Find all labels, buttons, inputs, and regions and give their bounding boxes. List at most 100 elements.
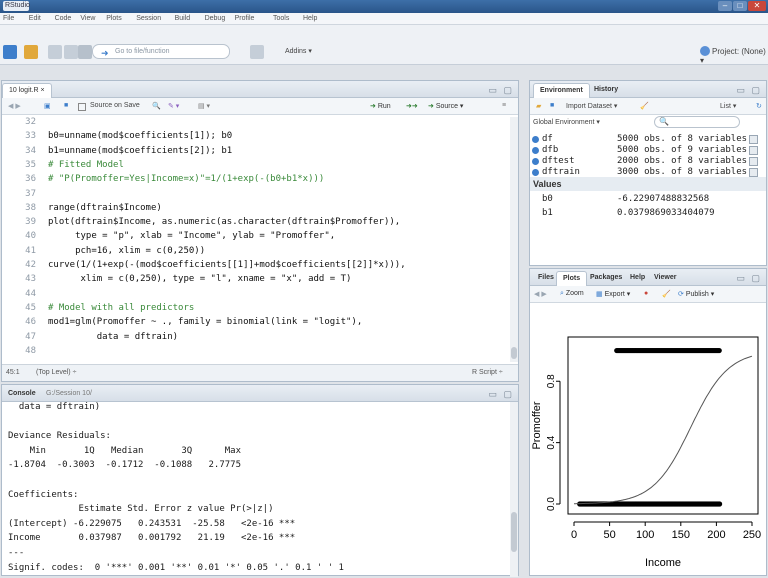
window-title: RStudio <box>3 1 30 11</box>
save-file-icon[interactable]: ■ <box>64 102 68 109</box>
open-project-icon[interactable] <box>24 45 38 59</box>
compile-report-icon[interactable]: ▤ ▾ <box>198 102 210 110</box>
tab-plots[interactable]: Plots <box>556 271 588 286</box>
plot-prev-next-icons[interactable]: ◀ ▶ <box>534 290 547 298</box>
save-workspace-icon[interactable]: ■ <box>550 102 554 109</box>
clear-plots-broom-icon[interactable]: 🧹 <box>662 290 671 298</box>
goto-file-input[interactable]: ➜ Go to file/function <box>92 44 230 59</box>
file-type-indicator[interactable]: R Script ÷ <box>472 369 503 376</box>
expand-icon[interactable] <box>532 158 539 165</box>
menu-session[interactable]: Session <box>136 15 161 22</box>
console-scrollbar[interactable] <box>510 402 518 577</box>
environment-scope-select[interactable]: Global Environment ▾ <box>533 118 600 126</box>
export-button[interactable]: ▦ Export ▾ <box>596 290 630 298</box>
console-output[interactable]: data = dftrain) Deviance Residuals: Min 1… <box>8 402 508 577</box>
tab-packages[interactable]: Packages <box>584 271 628 286</box>
nav-back-forward-icons[interactable]: ◀ ▶ <box>8 102 21 110</box>
expand-icon[interactable] <box>532 136 539 143</box>
env-minmax-icons[interactable]: ▭ ▢ <box>736 85 762 96</box>
print-icon[interactable] <box>78 45 92 59</box>
console-scroll-thumb[interactable] <box>511 512 517 552</box>
menu-view[interactable]: View <box>80 15 95 22</box>
zoom-button[interactable]: ⌕ Zoom <box>560 290 584 298</box>
code-line[interactable]: 40 type = "p", xlab = "Income", ylab = "… <box>2 231 512 242</box>
menu-plots[interactable]: Plots <box>106 15 122 22</box>
view-table-icon[interactable] <box>749 157 758 166</box>
menu-help[interactable]: Help <box>303 15 317 22</box>
publish-button[interactable]: ⟳ Publish ▾ <box>678 290 714 298</box>
run-button[interactable]: ➜ Run <box>370 102 391 110</box>
remove-plot-icon[interactable]: ● <box>644 290 648 297</box>
show-in-window-icon[interactable]: ▣ <box>44 102 51 110</box>
menu-code[interactable]: Code <box>55 15 72 22</box>
tab-10-logit[interactable]: 10 logit.R × <box>2 83 52 98</box>
console-minmax-icons[interactable]: ▭ ▢ <box>488 389 514 400</box>
menu-build[interactable]: Build <box>175 15 191 22</box>
code-tools-wand-icon[interactable]: ✎ ▾ <box>168 102 179 110</box>
rerun-icon[interactable]: ➜➜ <box>406 102 418 110</box>
value-row-b1[interactable]: b1 0.0379869033404079 <box>530 207 766 220</box>
source-on-save-checkbox[interactable] <box>78 103 86 111</box>
code-line[interactable]: 46 mod1=glm(Promoffer ~ ., family = binom… <box>2 317 512 328</box>
grid-icon[interactable] <box>250 45 264 59</box>
view-table-icon[interactable] <box>749 146 758 155</box>
maximize-button[interactable]: □ <box>733 1 747 11</box>
expand-icon[interactable] <box>532 147 539 154</box>
view-table-icon[interactable] <box>749 135 758 144</box>
close-window-button[interactable]: ✕ <box>748 1 766 11</box>
menu-edit[interactable]: Edit <box>29 15 41 22</box>
import-dataset-button[interactable]: Import Dataset ▾ <box>566 102 617 110</box>
clear-broom-icon[interactable]: 🧹 <box>640 102 649 110</box>
code-line[interactable]: 45 # Model with all predictors <box>2 303 512 314</box>
code-line[interactable]: 35 # Fitted Model <box>2 160 512 171</box>
tab-history[interactable]: History <box>588 83 624 98</box>
addins-menu[interactable]: Addins ▾ <box>285 47 312 55</box>
code-area[interactable]: 32 33 b0=unname(mod$coefficients[1]); b0 34… <box>2 117 520 362</box>
list-view-button[interactable]: List ▾ <box>720 102 736 110</box>
tab-console[interactable]: Console <box>2 387 42 402</box>
menu-debug[interactable]: Debug <box>205 15 226 22</box>
code-line[interactable]: 33 b0=unname(mod$coefficients[1]); b0 <box>2 131 512 142</box>
save-all-icon[interactable] <box>64 45 78 59</box>
tab-environment[interactable]: Environment <box>533 83 590 98</box>
env-search-input[interactable]: 🔍 <box>654 116 740 128</box>
menu-tools[interactable]: Tools <box>273 15 289 22</box>
tab-viewer[interactable]: Viewer <box>648 271 682 286</box>
editor-scroll-thumb[interactable] <box>511 347 517 359</box>
new-file-icon[interactable] <box>3 45 17 59</box>
outline-icon[interactable]: ≡ <box>502 102 506 109</box>
code-line[interactable]: 34 b1=unname(mod$coefficients[2]); b1 <box>2 146 512 157</box>
save-icon[interactable] <box>48 45 62 59</box>
line-number: 47 <box>25 331 36 342</box>
menu-profile[interactable]: Profile <box>235 15 255 22</box>
code-line[interactable]: 44 <box>2 289 512 300</box>
load-workspace-icon[interactable]: ▰ <box>536 102 541 110</box>
code-line[interactable]: 43 xlim = c(0,250), type = "l", xname = … <box>2 274 512 285</box>
refresh-icon[interactable]: ↻ <box>756 102 762 110</box>
editor-tabbar: 10 logit.R × ▭ ▢ <box>2 81 518 98</box>
menu-file[interactable]: File <box>3 15 14 22</box>
source-button[interactable]: ➜ Source ▾ <box>428 102 463 110</box>
code-line[interactable]: 37 <box>2 189 512 200</box>
scope-indicator[interactable]: (Top Level) ÷ <box>36 369 76 376</box>
code-line[interactable]: 48 <box>2 346 512 357</box>
code-line[interactable]: 47 data = dftrain) <box>2 332 512 343</box>
code-line[interactable]: 32 <box>2 117 512 128</box>
search-icon[interactable]: 🔍 <box>152 102 161 110</box>
pane-minmax-icons[interactable]: ▭ ▢ <box>488 85 514 96</box>
plots-minmax-icons[interactable]: ▭ ▢ <box>736 273 762 284</box>
goto-arrow-icon: ➜ <box>101 48 109 58</box>
code-line[interactable]: 41 pch=16, xlim = c(0,250)) <box>2 246 512 257</box>
console-line: Min 1Q Median 3Q Max <box>8 445 241 456</box>
value-row-b0[interactable]: b0 -6.22907488832568 <box>530 193 766 206</box>
view-table-icon[interactable] <box>749 168 758 177</box>
code-line[interactable]: 39 plot(dftrain$Income, as.numeric(as.cha… <box>2 217 512 228</box>
expand-icon[interactable] <box>532 169 539 176</box>
project-menu[interactable]: Project: (None) ▾ <box>700 46 768 65</box>
code-line[interactable]: 36 # "P(Promoffer=Yes|Income=x)"=1/(1+exp… <box>2 174 512 185</box>
minimize-button[interactable]: – <box>718 1 732 11</box>
code-text: # "P(Promoffer=Yes|Income=x)"=1/(1+exp(-… <box>48 174 325 185</box>
code-line[interactable]: 38 range(dftrain$Income) <box>2 203 512 214</box>
editor-scrollbar[interactable] <box>510 117 518 362</box>
code-line[interactable]: 42 curve(1/(1+exp(-(mod$coefficients[[1]]… <box>2 260 512 271</box>
